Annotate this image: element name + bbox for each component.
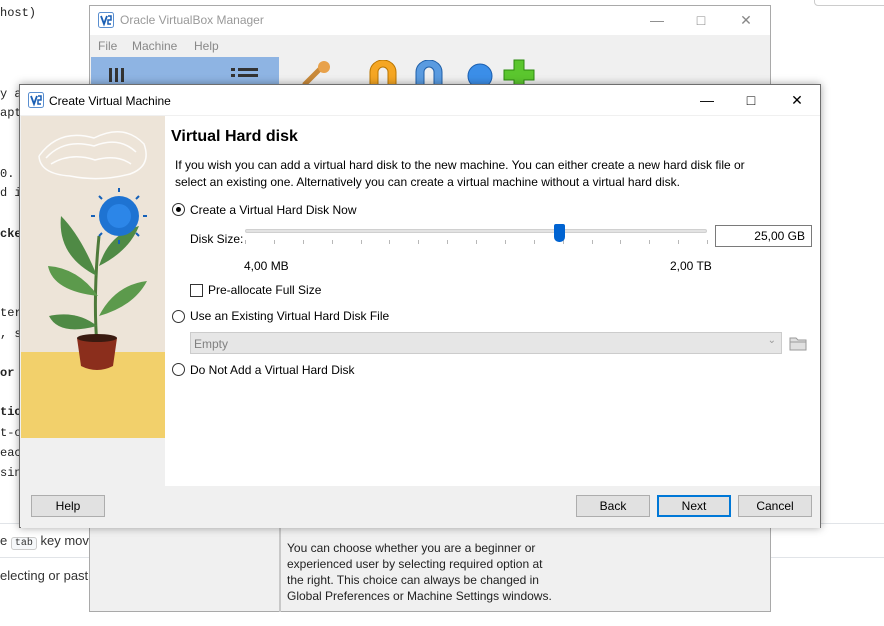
disk-size-label: Disk Size: [190, 232, 244, 246]
slider-tick [534, 240, 535, 244]
existing-disk-label[interactable]: Use an Existing Virtual Hard Disk File [190, 309, 389, 323]
manager-splitter[interactable] [279, 526, 281, 612]
preallocate-checkbox[interactable] [190, 284, 203, 297]
slider-tick [649, 240, 650, 244]
create-disk-radio[interactable] [172, 203, 185, 216]
background-code-line: host) [0, 6, 37, 20]
folder-icon[interactable] [789, 334, 807, 352]
help-button[interactable]: Help [31, 495, 105, 517]
slider-tick [620, 240, 621, 244]
slider-tick [303, 240, 304, 244]
slider-tick [447, 240, 448, 244]
background-code-line: 0. [0, 167, 15, 181]
virtualbox-logo-icon [28, 92, 44, 108]
menu-help[interactable]: Help [194, 39, 219, 53]
slider-tick [389, 240, 390, 244]
manager-tools-item[interactable] [91, 57, 279, 87]
background-key-hint: e tab key mov [0, 533, 89, 550]
slider-tick [707, 240, 708, 244]
background-input [814, 0, 884, 6]
slider-tick [678, 240, 679, 244]
disk-size-slider-thumb[interactable] [554, 224, 565, 242]
dialog-titlebar: Create Virtual Machine — □ ✕ [20, 85, 820, 115]
flower-pot-illustration [21, 116, 165, 438]
dialog-button-bar: Help Back Next Cancel [21, 486, 820, 528]
manager-titlebar: Oracle VirtualBox Manager — □ ✕ [90, 6, 770, 35]
menu-file[interactable]: File [98, 39, 117, 53]
wizard-content: Virtual Hard disk If you wish you can ad… [165, 116, 820, 486]
menu-machine[interactable]: Machine [132, 39, 177, 53]
existing-disk-combo[interactable]: Empty ⌄ [190, 332, 782, 354]
slider-max-label: 2,00 TB [670, 259, 712, 273]
wizard-illustration [21, 116, 165, 438]
manager-title: Oracle VirtualBox Manager [120, 13, 264, 27]
no-disk-radio[interactable] [172, 363, 185, 376]
chevron-down-icon: ⌄ [767, 335, 776, 346]
dialog-title: Create Virtual Machine [49, 94, 171, 108]
slider-tick [245, 240, 246, 244]
page-heading: Virtual Hard disk [171, 128, 298, 145]
dialog-close-button[interactable]: ✕ [786, 90, 808, 110]
virtualbox-logo-icon [98, 12, 114, 28]
tools-icon [109, 68, 124, 82]
list-menu-icon[interactable] [231, 65, 261, 85]
slider-tick [418, 240, 419, 244]
slider-tick [332, 240, 333, 244]
dialog-maximize-button[interactable]: □ [740, 90, 762, 110]
no-disk-label[interactable]: Do Not Add a Virtual Hard Disk [190, 363, 355, 377]
manager-close-button[interactable]: ✕ [736, 10, 756, 30]
key-hint-prefix: e [0, 533, 8, 548]
key-hint-text: key mov [40, 533, 89, 548]
manager-menubar: File Machine Help [90, 35, 770, 57]
manager-maximize-button[interactable]: □ [691, 10, 711, 30]
existing-disk-radio[interactable] [172, 310, 185, 323]
slider-min-label: 4,00 MB [244, 259, 289, 273]
tab-key-badge: tab [10, 537, 37, 550]
slider-tick [274, 240, 275, 244]
existing-disk-value: Empty [194, 337, 229, 351]
slider-tick [592, 240, 593, 244]
dialog-minimize-button[interactable]: — [696, 90, 718, 110]
create-vm-dialog: Create Virtual Machine — □ ✕ Virtual Har… [19, 84, 821, 528]
background-bottom-hint: electing or pasti [0, 568, 92, 583]
cancel-button[interactable]: Cancel [738, 495, 812, 517]
slider-tick [361, 240, 362, 244]
preallocate-label[interactable]: Pre-allocate Full Size [208, 283, 321, 297]
next-button[interactable]: Next [657, 495, 731, 517]
disk-size-slider[interactable] [245, 229, 707, 233]
page-intro-text: If you wish you can add a virtual hard d… [175, 158, 745, 189]
slider-tick [505, 240, 506, 244]
create-disk-label[interactable]: Create a Virtual Hard Disk Now [190, 203, 357, 217]
back-button[interactable]: Back [576, 495, 650, 517]
manager-minimize-button[interactable]: — [647, 10, 667, 30]
disk-size-input[interactable]: 25,00 GB [715, 225, 812, 247]
slider-tick [476, 240, 477, 244]
manager-description: You can choose whether you are a beginne… [287, 541, 552, 603]
